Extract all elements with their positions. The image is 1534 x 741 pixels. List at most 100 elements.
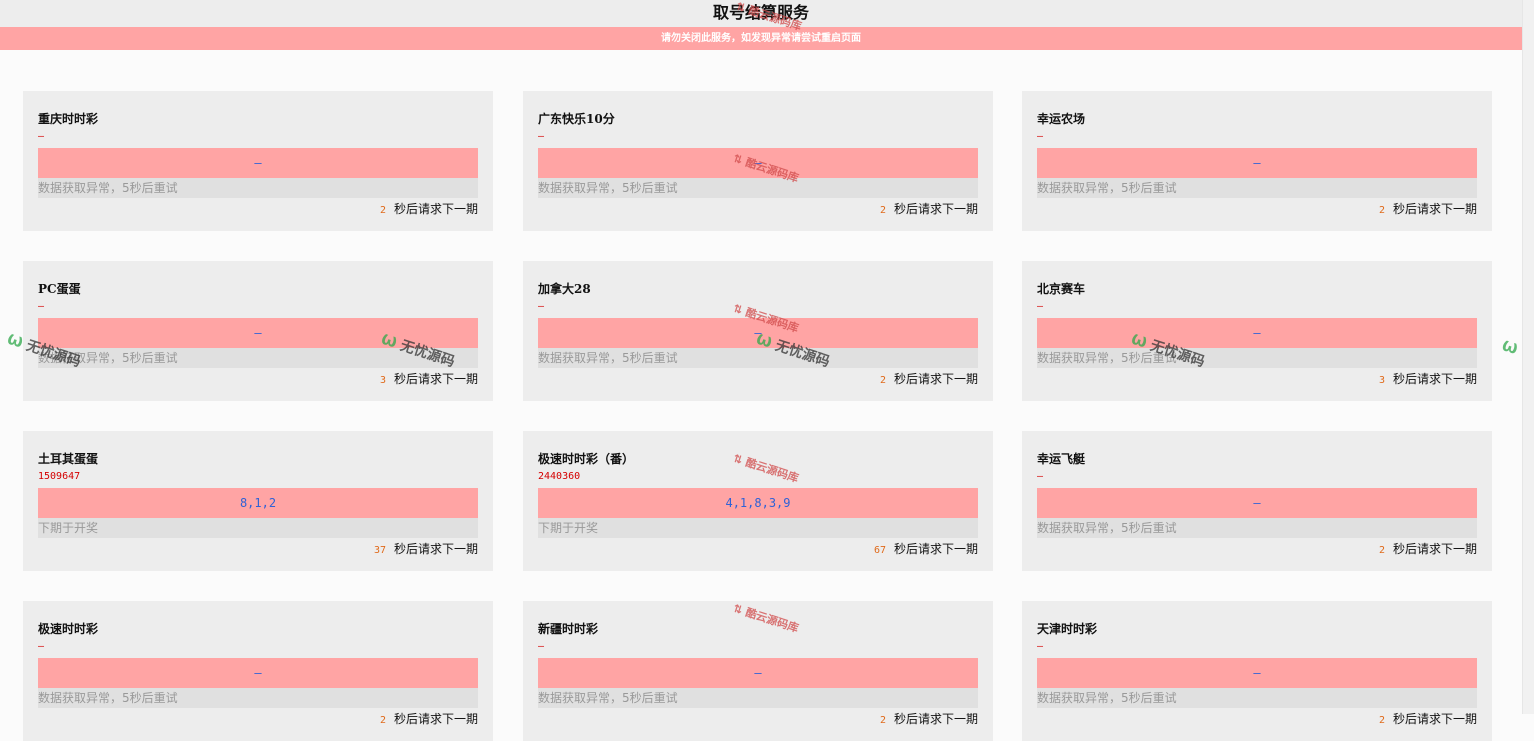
card-status: 数据获取异常，5秒后重试 xyxy=(1037,688,1477,708)
countdown-value: 2 xyxy=(879,375,886,386)
card-issue-number: 2440360 xyxy=(538,471,581,482)
timer-suffix: 秒后请求下一期 xyxy=(393,712,478,726)
card-issue-number: — xyxy=(38,641,45,652)
card-result: — xyxy=(1037,148,1477,178)
timer-suffix: 秒后请求下一期 xyxy=(1392,712,1477,726)
timer-suffix: 秒后请求下一期 xyxy=(1392,202,1477,216)
card-issue-number: — xyxy=(1037,131,1044,142)
watermark-logo: Ѡ xyxy=(1499,338,1520,358)
timer-suffix: 秒后请求下一期 xyxy=(893,202,978,216)
lottery-card-bjsc: 北京赛车 — — 数据获取异常，5秒后重试 3 秒后请求下一期 xyxy=(1022,261,1492,401)
card-timer: 2 秒后请求下一期 xyxy=(1379,200,1477,217)
lottery-card-jnd28: 加拿大28 — — 数据获取异常，5秒后重试 2 秒后请求下一期 xyxy=(523,261,993,401)
card-status: 数据获取异常，5秒后重试 xyxy=(38,348,478,368)
card-timer: 2 秒后请求下一期 xyxy=(380,710,478,727)
timer-suffix: 秒后请求下一期 xyxy=(1392,542,1477,556)
card-title: 北京赛车 xyxy=(1037,282,1086,296)
card-title: 加拿大28 xyxy=(538,282,591,296)
notice-banner: 请勿关闭此服务，如发现异常请尝试重启页面 xyxy=(0,27,1522,50)
card-status: 数据获取异常，5秒后重试 xyxy=(1037,178,1477,198)
card-issue-number: — xyxy=(1037,301,1044,312)
card-result: — xyxy=(1037,658,1477,688)
timer-suffix: 秒后请求下一期 xyxy=(393,542,478,556)
card-status: 下期于开奖 xyxy=(38,518,478,538)
card-timer: 3 秒后请求下一期 xyxy=(380,370,478,387)
card-title: 新疆时时彩 xyxy=(538,622,599,636)
card-issue-number: 1509647 xyxy=(38,471,81,482)
lottery-card-xync: 幸运农场 — — 数据获取异常，5秒后重试 2 秒后请求下一期 xyxy=(1022,91,1492,231)
card-status: 数据获取异常，5秒后重试 xyxy=(538,688,978,708)
card-issue-number: — xyxy=(538,301,545,312)
countdown-value: 2 xyxy=(879,205,886,216)
card-status: 数据获取异常，5秒后重试 xyxy=(1037,518,1477,538)
card-status: 数据获取异常，5秒后重试 xyxy=(38,688,478,708)
card-status: 数据获取异常，5秒后重试 xyxy=(538,348,978,368)
lottery-card-pcdd: PC蛋蛋 — — 数据获取异常，5秒后重试 3 秒后请求下一期 xyxy=(23,261,493,401)
lottery-card-cqssc: 重庆时时彩 — — 数据获取异常，5秒后重试 2 秒后请求下一期 xyxy=(23,91,493,231)
timer-suffix: 秒后请求下一期 xyxy=(893,542,978,556)
countdown-value: 3 xyxy=(1378,375,1385,386)
card-timer: 2 秒后请求下一期 xyxy=(880,200,978,217)
card-timer: 3 秒后请求下一期 xyxy=(1379,370,1477,387)
card-result: — xyxy=(538,148,978,178)
lottery-card-xjssc: 新疆时时彩 — — 数据获取异常，5秒后重试 2 秒后请求下一期 xyxy=(523,601,993,741)
timer-suffix: 秒后请求下一期 xyxy=(893,372,978,386)
countdown-value: 2 xyxy=(1378,545,1385,556)
card-timer: 2 秒后请求下一期 xyxy=(1379,540,1477,557)
card-result: — xyxy=(538,658,978,688)
countdown-value: 67 xyxy=(873,545,886,556)
card-result: — xyxy=(1037,488,1477,518)
card-issue-number: — xyxy=(538,131,545,142)
card-result: 4,1,8,3,9 xyxy=(538,488,978,518)
countdown-value: 37 xyxy=(373,545,386,556)
timer-suffix: 秒后请求下一期 xyxy=(393,202,478,216)
timer-suffix: 秒后请求下一期 xyxy=(393,372,478,386)
card-timer: 2 秒后请求下一期 xyxy=(380,200,478,217)
card-title: 极速时时彩 xyxy=(38,622,99,636)
lottery-card-tredd: 土耳其蛋蛋 1509647 8,1,2 下期于开奖 37 秒后请求下一期 xyxy=(23,431,493,571)
lottery-card-xyft: 幸运飞艇 — — 数据获取异常，5秒后重试 2 秒后请求下一期 xyxy=(1022,431,1492,571)
countdown-value: 2 xyxy=(379,715,386,726)
timer-suffix: 秒后请求下一期 xyxy=(1392,372,1477,386)
countdown-value: 2 xyxy=(879,715,886,726)
card-title: 幸运飞艇 xyxy=(1037,452,1086,466)
card-result: — xyxy=(38,658,478,688)
card-timer: 2 秒后请求下一期 xyxy=(880,710,978,727)
card-issue-number: — xyxy=(38,301,45,312)
card-title: 天津时时彩 xyxy=(1037,622,1098,636)
card-title: 重庆时时彩 xyxy=(38,112,99,126)
card-title: 极速时时彩（番） xyxy=(538,452,635,466)
card-issue-number: — xyxy=(1037,641,1044,652)
card-issue-number: — xyxy=(538,641,545,652)
lottery-card-jsssc-fan: 极速时时彩（番） 2440360 4,1,8,3,9 下期于开奖 67 秒后请求下… xyxy=(523,431,993,571)
countdown-value: 2 xyxy=(379,205,386,216)
card-status: 数据获取异常，5秒后重试 xyxy=(1037,348,1477,368)
card-result: — xyxy=(38,148,478,178)
countdown-value: 2 xyxy=(1378,715,1385,726)
card-timer: 2 秒后请求下一期 xyxy=(1379,710,1477,727)
lottery-card-gd10: 广东快乐10分 — — 数据获取异常，5秒后重试 2 秒后请求下一期 xyxy=(523,91,993,231)
card-result: — xyxy=(538,318,978,348)
card-timer: 2 秒后请求下一期 xyxy=(880,370,978,387)
countdown-value: 2 xyxy=(1378,205,1385,216)
card-status: 数据获取异常，5秒后重试 xyxy=(538,178,978,198)
card-result: 8,1,2 xyxy=(38,488,478,518)
countdown-value: 3 xyxy=(379,375,386,386)
card-status: 下期于开奖 xyxy=(538,518,978,538)
timer-suffix: 秒后请求下一期 xyxy=(893,712,978,726)
card-issue-number: — xyxy=(1037,471,1044,482)
lottery-card-jsssc: 极速时时彩 — — 数据获取异常，5秒后重试 2 秒后请求下一期 xyxy=(23,601,493,741)
card-issue-number: — xyxy=(38,131,45,142)
vertical-scrollbar[interactable] xyxy=(1522,0,1534,714)
page-title: 取号结算服务 xyxy=(0,0,1522,27)
lottery-card-tjssc: 天津时时彩 — — 数据获取异常，5秒后重试 2 秒后请求下一期 xyxy=(1022,601,1492,741)
card-timer: 67 秒后请求下一期 xyxy=(874,540,978,557)
card-title: PC蛋蛋 xyxy=(38,282,81,296)
card-title: 幸运农场 xyxy=(1037,112,1086,126)
card-title: 广东快乐10分 xyxy=(538,112,615,126)
card-timer: 37 秒后请求下一期 xyxy=(374,540,478,557)
card-status: 数据获取异常，5秒后重试 xyxy=(38,178,478,198)
card-result: — xyxy=(1037,318,1477,348)
card-result: — xyxy=(38,318,478,348)
card-title: 土耳其蛋蛋 xyxy=(38,452,99,466)
